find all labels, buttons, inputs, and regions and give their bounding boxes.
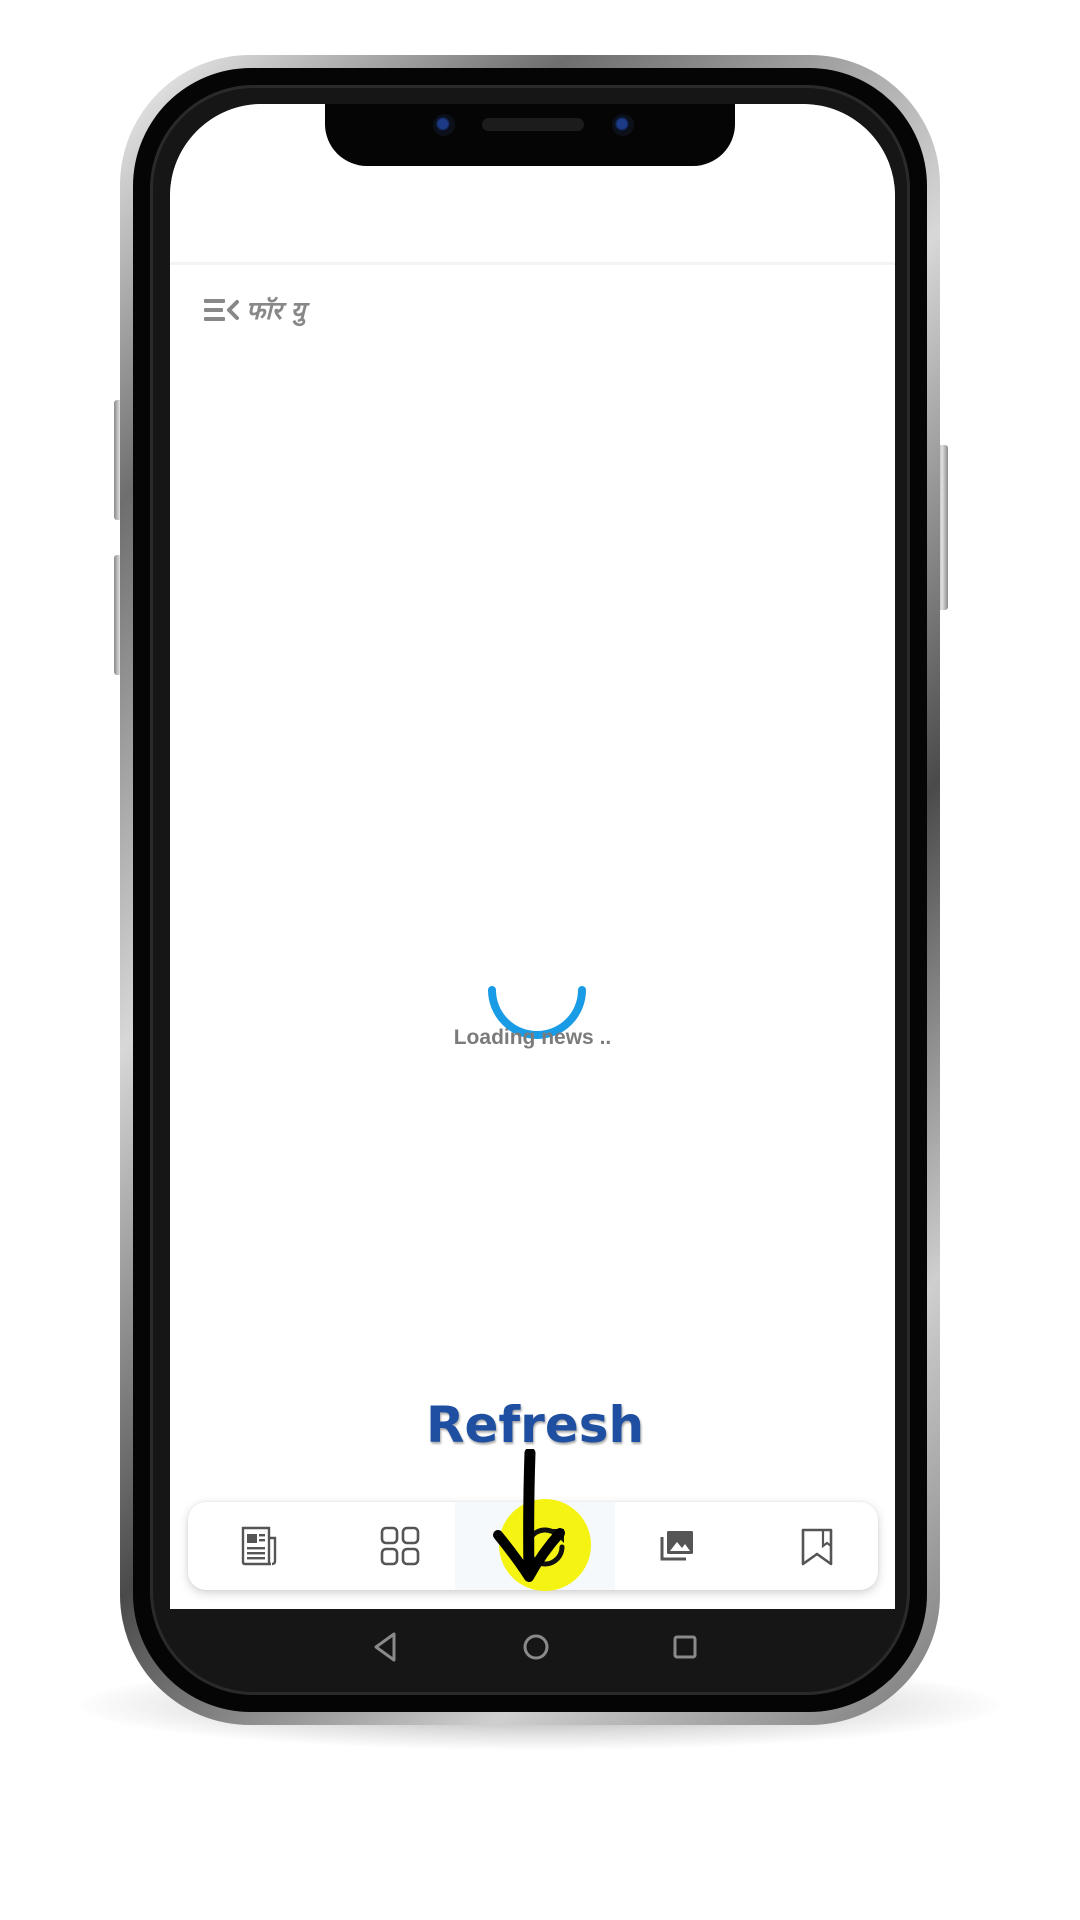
recents-icon[interactable] <box>670 1632 700 1662</box>
nav-gallery[interactable] <box>632 1502 722 1590</box>
section-menu[interactable]: फॉर यु <box>202 290 305 330</box>
back-icon[interactable] <box>370 1630 400 1664</box>
header-divider <box>170 262 895 265</box>
app-screen: फॉर यु Loading news .. Refresh <box>170 104 895 1609</box>
earpiece-speaker <box>482 118 584 131</box>
nav-categories[interactable] <box>355 1502 445 1590</box>
front-sensor <box>612 114 634 136</box>
photo-gallery-icon[interactable] <box>657 1526 697 1566</box>
section-title[interactable]: फॉर यु <box>246 293 305 327</box>
grid-icon[interactable] <box>378 1524 422 1568</box>
menu-collapse-icon[interactable] <box>202 294 242 326</box>
nav-news[interactable] <box>214 1502 304 1590</box>
newspaper-icon[interactable] <box>237 1524 281 1568</box>
front-camera <box>433 114 455 136</box>
camera-notch <box>325 104 735 166</box>
refresh-annotation-label: Refresh <box>426 1396 645 1454</box>
down-arrow-icon <box>493 1449 565 1582</box>
nav-bookmarks[interactable] <box>772 1502 862 1590</box>
home-icon[interactable] <box>520 1631 552 1663</box>
bookmark-icon[interactable] <box>795 1524 839 1568</box>
loading-text: Loading news .. <box>453 1026 612 1049</box>
